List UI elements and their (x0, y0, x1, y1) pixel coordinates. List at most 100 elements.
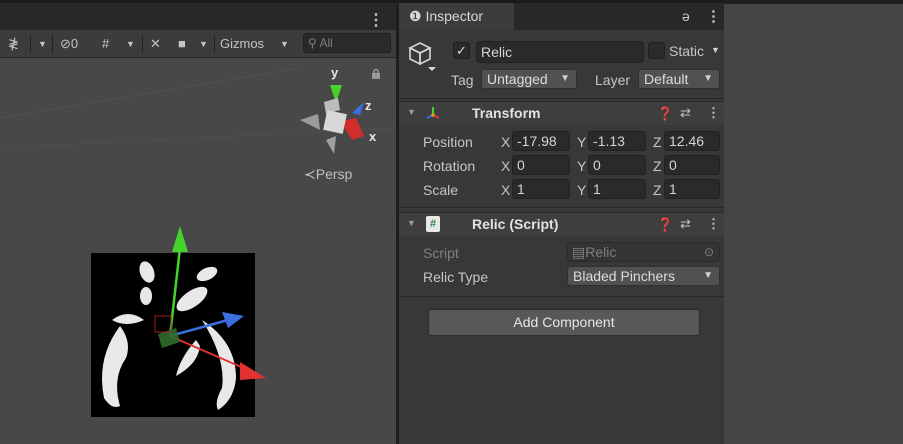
gizmo-y-label: y (331, 65, 339, 80)
add-component-button[interactable]: Add Component (428, 309, 700, 336)
position-x-axis-label[interactable]: X (501, 134, 510, 150)
rotation-y-axis-label[interactable]: Y (577, 158, 586, 174)
scale-y-field[interactable]: 1 (588, 179, 646, 199)
inspector-panel: ❶ Inspector ə ⋮ ✓ Relic Static ▼ Tag Unt… (396, 0, 724, 444)
search-icon: ⚲ (308, 36, 317, 50)
rotation-z-field[interactable]: 0 (664, 155, 720, 175)
inspector-menu-icon[interactable]: ⋮ (706, 7, 721, 25)
gizmo-z-label: z (365, 98, 372, 113)
tab-inspector[interactable]: ❶ Inspector (399, 3, 514, 30)
scene-view-panel: ⋮ ≹ ▼ ⊘0 # ▼ ✕ ■ ▼ Gizmos ▼ ⚲ All y z x … (0, 0, 396, 444)
scale-x-field[interactable]: 1 (512, 179, 570, 199)
persp-arrow-icon: ≺ (304, 166, 316, 182)
rotation-x-field[interactable]: 0 (512, 155, 570, 175)
rotation-y-field[interactable]: 0 (588, 155, 646, 175)
preset-icon[interactable]: ⇄ (680, 216, 691, 232)
position-label: Position (423, 134, 473, 150)
position-y-field[interactable]: -1.13 (588, 131, 646, 151)
persp-text: Persp (315, 166, 353, 182)
hidden-count: 0 (70, 36, 79, 51)
chevron-down-icon: ▼ (703, 270, 713, 281)
grid-icon[interactable]: # (102, 34, 109, 54)
inspector-tab-bar: ❶ Inspector ə ⋮ (399, 0, 724, 30)
scene-menu-icon[interactable]: ⋮ (368, 10, 384, 30)
toolbar-divider (142, 35, 143, 53)
hidden-objects-toggle[interactable]: ⊘0 (60, 34, 78, 54)
script-value: Relic (585, 244, 617, 260)
position-z-field[interactable]: 12.46 (664, 131, 720, 151)
camera-icon[interactable]: ■ (178, 34, 186, 54)
csharp-script-icon: # (426, 216, 440, 232)
gizmo-x-label: x (369, 129, 377, 144)
script-object-field: ▤Relic ⊙ (567, 242, 720, 262)
tag-dropdown[interactable]: Untagged ▼ (481, 69, 577, 89)
gizmos-dropdown-icon[interactable]: ▼ (280, 34, 289, 54)
position-y-axis-label[interactable]: Y (577, 134, 586, 150)
projection-label[interactable]: ≺Persp (304, 166, 352, 183)
info-icon: ❶ (409, 8, 422, 24)
gizmo-z-cone (352, 102, 364, 115)
component-divider (399, 296, 724, 297)
rotation-label: Rotation (423, 158, 476, 174)
active-checkbox[interactable]: ✓ (453, 42, 470, 59)
scale-z-field[interactable]: 1 (664, 179, 720, 199)
toolbar-divider (30, 35, 31, 53)
tab-inspector-label: Inspector (425, 8, 484, 24)
relic-type-dropdown[interactable]: Bladed Pinchers ▼ (567, 266, 720, 286)
chevron-down-icon[interactable]: ▼ (126, 34, 135, 54)
toolbar-divider (214, 35, 215, 53)
static-checkbox[interactable] (648, 42, 665, 59)
chevron-down-icon[interactable]: ▼ (199, 34, 208, 54)
relic-type-label: Relic Type (423, 269, 489, 285)
lock-icon[interactable]: ə (682, 8, 690, 24)
scene-search-input[interactable]: ⚲ All (303, 33, 391, 53)
chevron-down-icon: ▼ (560, 73, 570, 84)
help-icon[interactable]: ❓ (657, 217, 673, 233)
relic-script-title: Relic (Script) (472, 216, 559, 232)
component-divider (399, 207, 724, 208)
scale-x-axis-label[interactable]: X (501, 182, 510, 198)
right-empty-panel (724, 0, 903, 444)
tools-icon[interactable]: ✕ (150, 34, 161, 54)
transform-icon (426, 107, 440, 119)
scene-visibility-icon[interactable]: ≹ (8, 34, 19, 54)
preset-icon[interactable]: ⇄ (680, 105, 691, 121)
scale-z-axis-label[interactable]: Z (653, 182, 662, 198)
scene-toolbar: ≹ ▼ ⊘0 # ▼ ✕ ■ ▼ Gizmos ▼ ⚲ All (0, 30, 396, 58)
relic-type-value: Bladed Pinchers (573, 268, 675, 284)
tag-value: Untagged (487, 71, 548, 87)
eye-slash-icon: ⊘ (60, 36, 71, 51)
gizmos-button[interactable]: Gizmos (220, 34, 264, 54)
foldout-arrow-icon[interactable]: ▼ (407, 107, 416, 117)
layer-label: Layer (595, 72, 631, 88)
rotation-z-axis-label[interactable]: Z (653, 158, 662, 174)
relic-script-header[interactable]: ▼ # Relic (Script) ❓ ⇄ ⋮ (399, 212, 724, 236)
help-icon[interactable]: ❓ (657, 106, 673, 122)
scale-y-axis-label[interactable]: Y (577, 182, 586, 198)
component-menu-icon[interactable]: ⋮ (707, 216, 720, 232)
position-z-axis-label[interactable]: Z (653, 134, 662, 150)
rotation-x-axis-label[interactable]: X (501, 158, 510, 174)
static-label[interactable]: Static (669, 43, 704, 59)
component-menu-icon[interactable]: ⋮ (707, 105, 720, 121)
static-dropdown-icon[interactable]: ▼ (711, 45, 720, 55)
chevron-down-icon[interactable]: ▼ (38, 34, 47, 54)
header-divider (399, 98, 724, 99)
position-x-field[interactable]: -17.98 (512, 131, 570, 151)
grid-line (0, 67, 301, 119)
layer-dropdown[interactable]: Default ▼ (638, 69, 720, 89)
search-placeholder: All (319, 36, 333, 50)
right-panel-top-edge (724, 0, 903, 4)
object-picker-icon: ⊙ (703, 245, 714, 259)
scene-viewport[interactable]: y z x (0, 58, 396, 444)
orientation-gizmo[interactable] (300, 85, 364, 154)
transform-header[interactable]: ▼ Transform ❓ ⇄ ⋮ (399, 101, 724, 125)
object-name-field[interactable]: Relic (476, 41, 644, 63)
tag-label: Tag (451, 72, 474, 88)
script-label: Script (423, 245, 459, 261)
gizmo-lock-icon[interactable] (371, 68, 381, 80)
script-file-icon: ▤ (572, 244, 586, 260)
foldout-arrow-icon[interactable]: ▼ (407, 218, 416, 228)
scale-label: Scale (423, 182, 459, 198)
gizmo-neg-x-cone (300, 114, 320, 130)
